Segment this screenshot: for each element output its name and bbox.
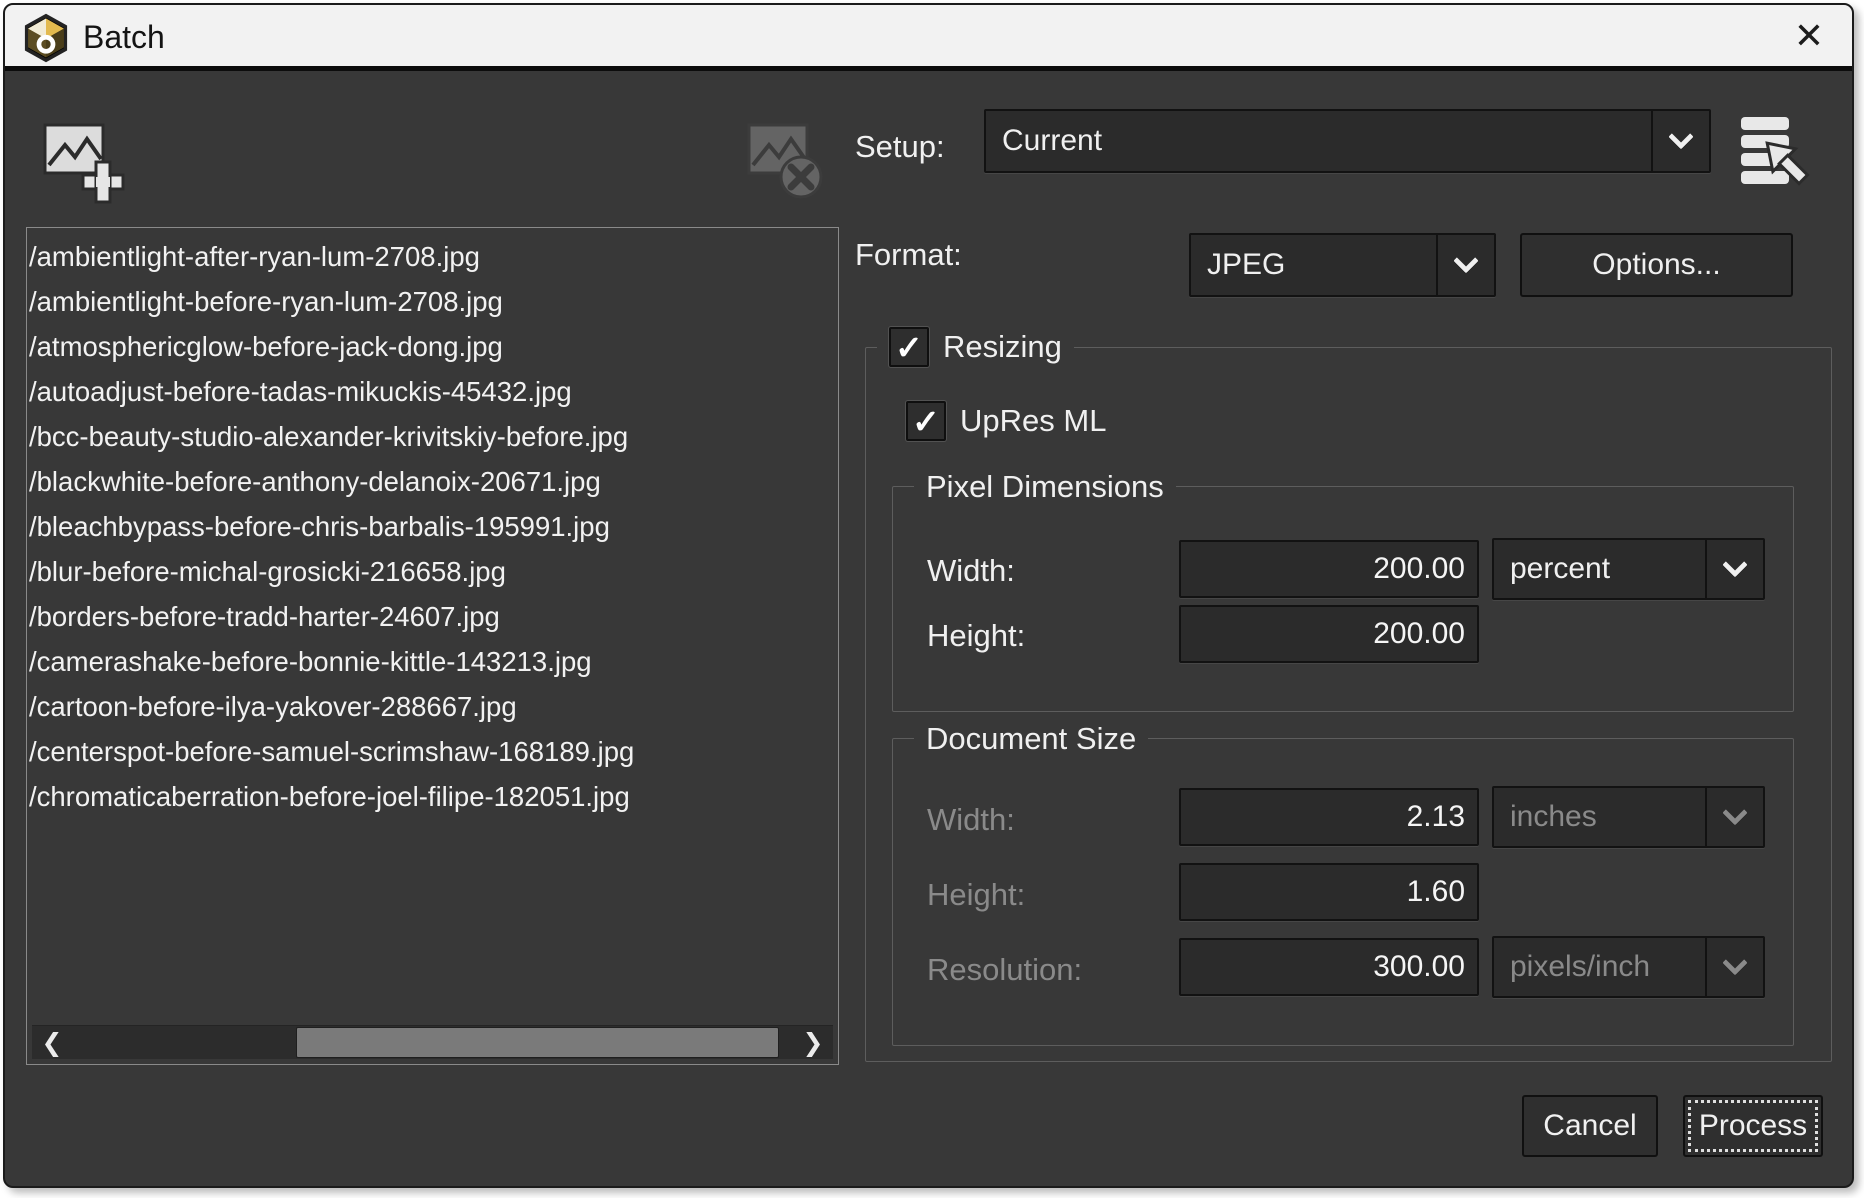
pd-width-input[interactable] bbox=[1179, 540, 1479, 598]
file-item[interactable]: /centerspot-before-samuel-scrimshaw-1681… bbox=[29, 729, 838, 774]
file-list[interactable]: /ambientlight-after-ryan-lum-2708.jpg /a… bbox=[26, 227, 839, 1065]
add-images-icon[interactable] bbox=[39, 117, 125, 209]
batch-dialog: Batch ✕ Setup: Current bbox=[3, 3, 1854, 1188]
chevron-down-icon bbox=[1651, 111, 1709, 171]
resizing-legend: ✓ Resizing bbox=[877, 323, 1074, 371]
titlebar: Batch ✕ bbox=[5, 5, 1852, 71]
file-item[interactable]: /camerashake-before-bonnie-kittle-143213… bbox=[29, 639, 838, 684]
file-item[interactable]: /blackwhite-before-anthony-delanoix-2067… bbox=[29, 459, 838, 504]
chevron-down-icon bbox=[1705, 540, 1763, 598]
chevron-down-icon bbox=[1705, 788, 1763, 846]
ds-height-label: Height: bbox=[927, 877, 1025, 913]
ds-height-input bbox=[1179, 863, 1479, 921]
pixel-dimensions-title: Pixel Dimensions bbox=[926, 469, 1164, 505]
file-item[interactable]: /blur-before-michal-grosicki-216658.jpg bbox=[29, 549, 838, 594]
check-icon: ✓ bbox=[912, 405, 940, 438]
setup-label: Setup: bbox=[855, 129, 945, 165]
scroll-right-icon[interactable]: ❯ bbox=[793, 1026, 833, 1059]
format-select-value: JPEG bbox=[1191, 248, 1436, 282]
setup-select[interactable]: Current bbox=[984, 109, 1711, 173]
file-item[interactable]: /bleachbypass-before-chris-barbalis-1959… bbox=[29, 504, 838, 549]
ds-width-unit-value: inches bbox=[1494, 800, 1705, 834]
ds-width-unit-select: inches bbox=[1492, 786, 1765, 848]
chevron-down-icon bbox=[1436, 235, 1494, 295]
horizontal-scrollbar[interactable]: ❮ ❯ bbox=[32, 1025, 833, 1059]
process-button[interactable]: Process bbox=[1683, 1095, 1823, 1157]
scroll-left-icon[interactable]: ❮ bbox=[32, 1026, 72, 1059]
document-size-title: Document Size bbox=[926, 721, 1136, 757]
ds-resolution-unit-select: pixels/inch bbox=[1492, 936, 1765, 998]
cancel-button[interactable]: Cancel bbox=[1522, 1095, 1658, 1157]
pd-width-label: Width: bbox=[927, 553, 1015, 589]
ds-width-input bbox=[1179, 788, 1479, 846]
resizing-label: Resizing bbox=[943, 329, 1062, 365]
file-item[interactable]: /borders-before-tradd-harter-24607.jpg bbox=[29, 594, 838, 639]
setup-select-value: Current bbox=[986, 124, 1651, 158]
upres-row: ✓ UpRes ML bbox=[906, 397, 1118, 445]
save-preset-icon[interactable] bbox=[1737, 111, 1817, 197]
ds-resolution-label: Resolution: bbox=[927, 952, 1082, 988]
format-options-button[interactable]: Options... bbox=[1520, 233, 1793, 297]
pd-width-unit-select[interactable]: percent bbox=[1492, 538, 1765, 600]
on1-logo-icon bbox=[21, 13, 71, 63]
format-label: Format: bbox=[855, 237, 962, 273]
file-list-items: /ambientlight-after-ryan-lum-2708.jpg /a… bbox=[27, 228, 838, 819]
check-icon: ✓ bbox=[895, 331, 923, 364]
h-scrollbar-thumb[interactable] bbox=[296, 1027, 779, 1058]
file-item[interactable]: /atmosphericglow-before-jack-dong.jpg bbox=[29, 324, 838, 369]
upres-ml-label: UpRes ML bbox=[960, 403, 1106, 439]
file-item[interactable]: /cartoon-before-ilya-yakover-288667.jpg bbox=[29, 684, 838, 729]
resizing-checkbox[interactable]: ✓ bbox=[889, 327, 929, 367]
document-size-legend: Document Size bbox=[914, 715, 1148, 763]
close-icon[interactable]: ✕ bbox=[1794, 5, 1824, 67]
upres-ml-checkbox[interactable]: ✓ bbox=[906, 401, 946, 441]
file-item[interactable]: /autoadjust-before-tadas-mikuckis-45432.… bbox=[29, 369, 838, 414]
remove-images-icon bbox=[743, 117, 829, 209]
ds-width-label: Width: bbox=[927, 802, 1015, 838]
pd-height-input[interactable] bbox=[1179, 605, 1479, 663]
file-item[interactable]: /ambientlight-before-ryan-lum-2708.jpg bbox=[29, 279, 838, 324]
scrollbar-track[interactable] bbox=[72, 1026, 793, 1059]
pd-width-unit-value: percent bbox=[1494, 552, 1705, 586]
pd-height-label: Height: bbox=[927, 618, 1025, 654]
chevron-down-icon bbox=[1705, 938, 1763, 996]
format-select[interactable]: JPEG bbox=[1189, 233, 1496, 297]
file-item[interactable]: /chromaticaberration-before-joel-filipe-… bbox=[29, 774, 838, 819]
file-item[interactable]: /ambientlight-after-ryan-lum-2708.jpg bbox=[29, 234, 838, 279]
pixel-dimensions-legend: Pixel Dimensions bbox=[914, 463, 1176, 511]
file-item[interactable]: /bcc-beauty-studio-alexander-krivitskiy-… bbox=[29, 414, 838, 459]
ds-resolution-input bbox=[1179, 938, 1479, 996]
dialog-title: Batch bbox=[83, 5, 165, 69]
ds-resolution-unit-value: pixels/inch bbox=[1494, 950, 1705, 984]
